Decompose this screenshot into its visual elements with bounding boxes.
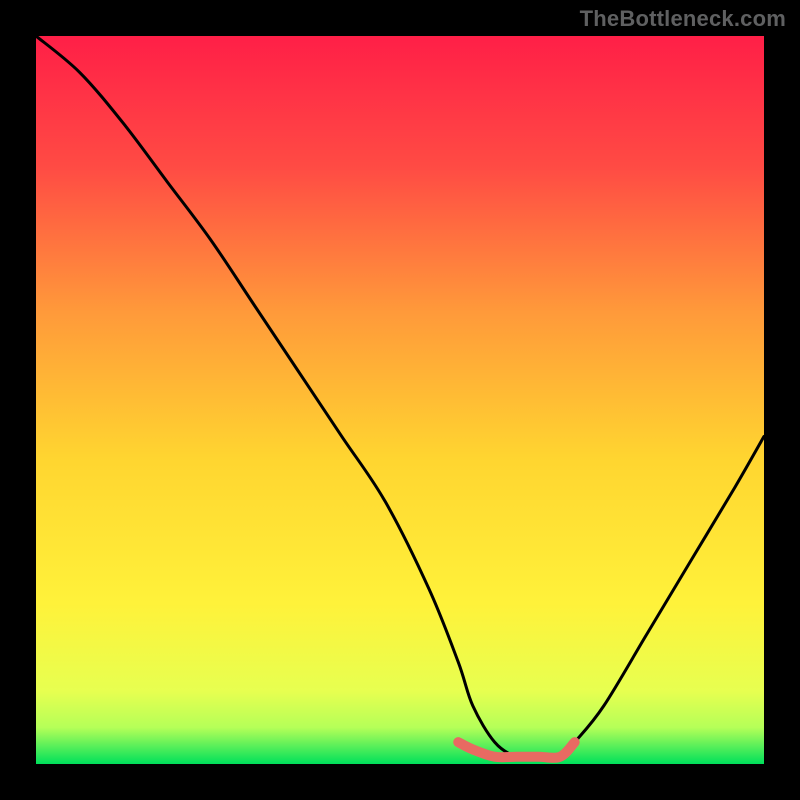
plot-area <box>36 36 764 764</box>
chart-svg <box>36 36 764 764</box>
gradient-background <box>36 36 764 764</box>
watermark-text: TheBottleneck.com <box>580 6 786 32</box>
chart-frame: TheBottleneck.com <box>0 0 800 800</box>
